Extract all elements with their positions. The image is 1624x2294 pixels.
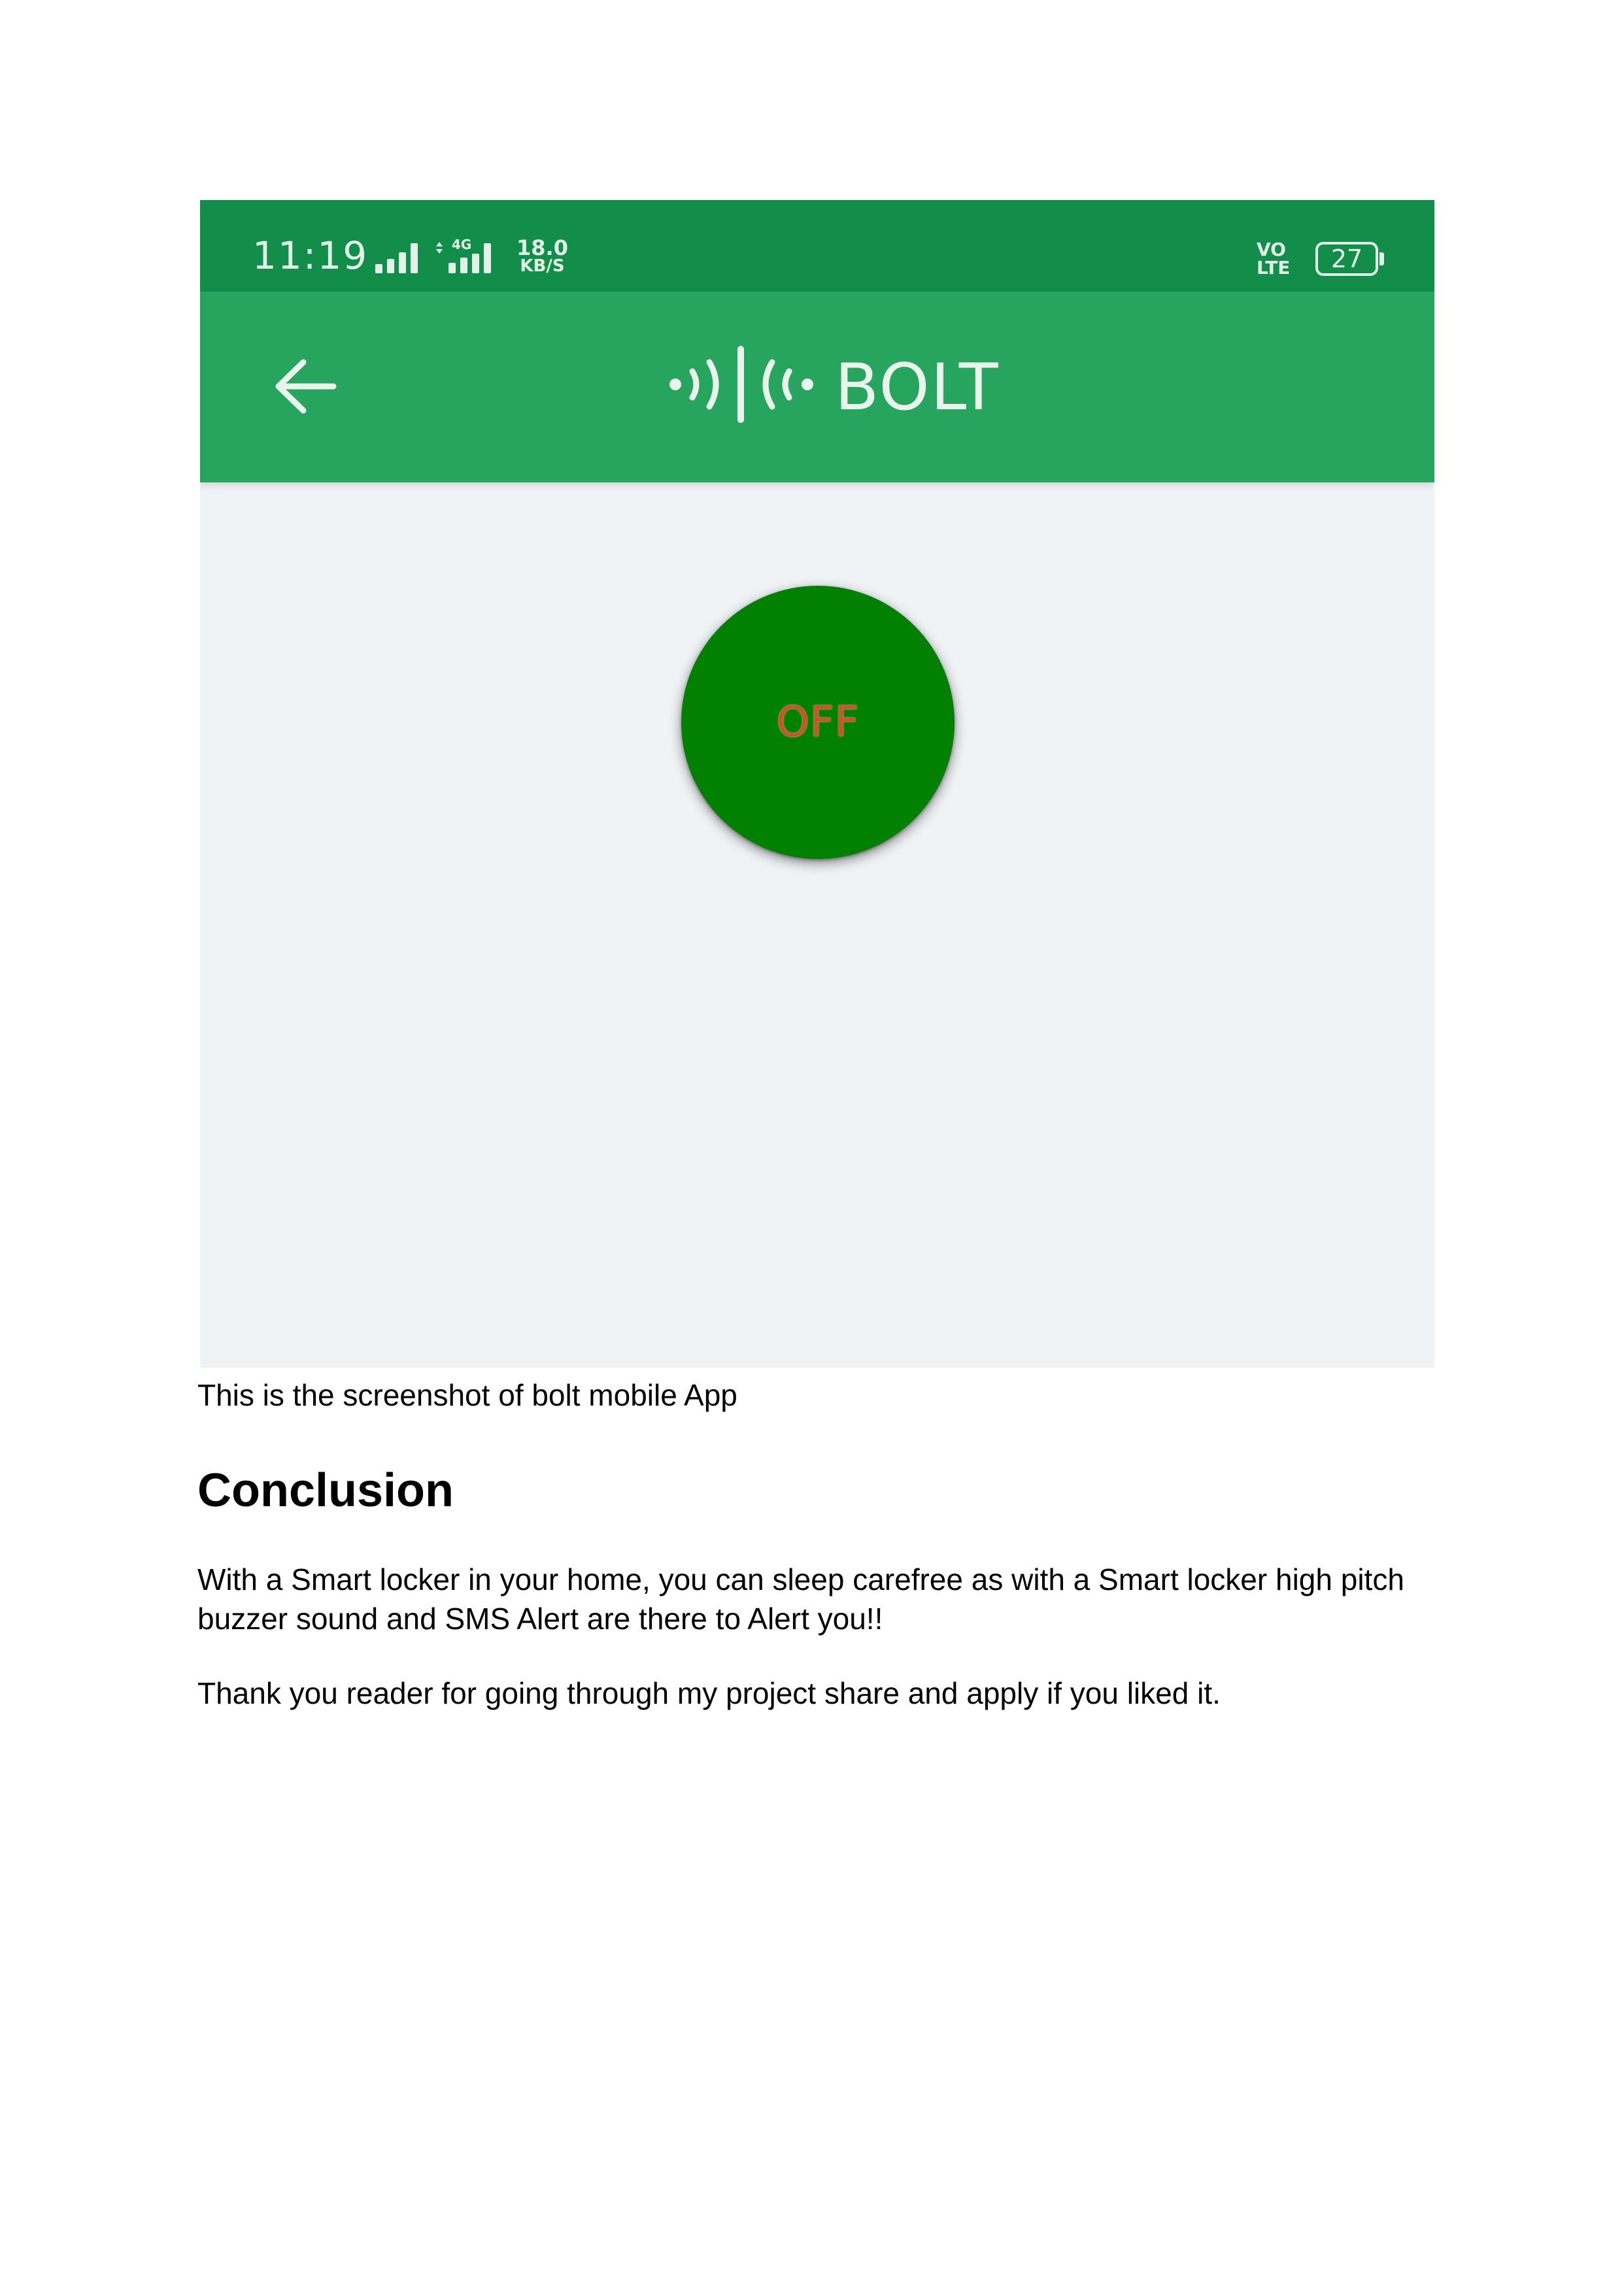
app-screenshot: 11:19 4G 18.0 KB/S VO LTE 27 BOLT OFF (200, 200, 1434, 1368)
battery-icon: 27 (1315, 242, 1378, 276)
bolt-signal-logo-icon (669, 346, 813, 423)
battery-tip (1379, 252, 1384, 265)
battery-level: 27 (1330, 245, 1363, 273)
thank-you-paragraph: Thank you reader for going through my pr… (197, 1676, 1221, 1710)
toggle-button-label: OFF (776, 698, 860, 747)
volte-bottom: LTE (1257, 257, 1291, 278)
speed-value: 18.0 (516, 235, 568, 260)
conclusion-paragraph: With a Smart locker in your home, you ca… (197, 1562, 1404, 1636)
network-type-label: 4G (452, 237, 472, 252)
toggle-button[interactable]: OFF (681, 586, 955, 859)
network-speed: 18.0 KB/S (516, 235, 568, 276)
signal-icon (375, 243, 418, 273)
speed-unit: KB/S (520, 256, 565, 276)
conclusion-heading: Conclusion (197, 1464, 454, 1517)
app-bar: BOLT (200, 292, 1434, 482)
volte-indicator: VO LTE (1257, 241, 1290, 277)
status-bar: 11:19 4G 18.0 KB/S VO LTE 27 (200, 200, 1434, 292)
status-time: 11:19 (252, 233, 369, 278)
volte-top: VO (1257, 239, 1286, 260)
arrow-left-icon[interactable] (272, 357, 337, 416)
screenshot-caption: This is the screenshot of bolt mobile Ap… (197, 1378, 737, 1412)
brand-name: BOLT (835, 350, 1000, 425)
